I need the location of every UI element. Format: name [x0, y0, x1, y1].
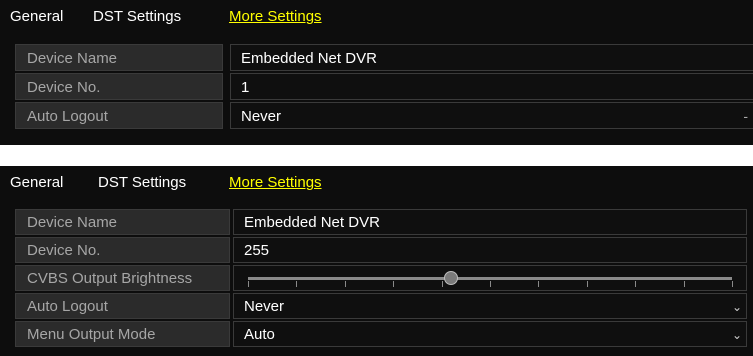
- slider-tick: [732, 281, 733, 287]
- cvbs-brightness-label: CVBS Output Brightness: [15, 265, 230, 291]
- slider-tick: [683, 281, 685, 287]
- setting-row-device-no: Device No. 255: [15, 236, 753, 264]
- menu-output-mode-value: Auto: [244, 326, 275, 343]
- auto-logout-dropdown[interactable]: Never ⌄: [233, 293, 747, 319]
- slider-tick: [538, 281, 540, 287]
- slider-tick: [586, 281, 588, 287]
- slider-tick: [490, 281, 491, 287]
- device-no-field[interactable]: 255: [233, 237, 747, 263]
- tab-more-settings[interactable]: More Settings: [229, 174, 322, 191]
- tab-dst-settings[interactable]: DST Settings: [93, 8, 181, 25]
- cvbs-brightness-slider[interactable]: [233, 265, 747, 291]
- device-name-field[interactable]: Embedded Net DVR: [233, 209, 747, 235]
- slider-tick: [296, 281, 298, 287]
- slider-ticks: [248, 281, 733, 287]
- tab-general[interactable]: General: [10, 174, 63, 191]
- auto-logout-label: Auto Logout: [15, 102, 223, 129]
- tab-bar: General DST Settings More Settings: [0, 166, 753, 200]
- tab-more-settings[interactable]: More Settings: [229, 8, 322, 25]
- tab-general[interactable]: General: [10, 8, 63, 25]
- auto-logout-field[interactable]: Never -: [230, 102, 753, 129]
- device-name-label: Device Name: [15, 44, 223, 71]
- slider-tick: [393, 281, 395, 287]
- slider-track[interactable]: [248, 277, 732, 280]
- slider-tick: [344, 281, 346, 287]
- settings-panel-bottom: General DST Settings More Settings Devic…: [0, 166, 753, 356]
- auto-logout-value: Never: [241, 108, 282, 125]
- setting-row-menu-output-mode: Menu Output Mode Auto ⌄: [15, 320, 753, 348]
- tab-bar: General DST Settings More Settings: [0, 0, 753, 34]
- settings-panel-top: General DST Settings More Settings Devic…: [0, 0, 753, 145]
- setting-row-cvbs-brightness: CVBS Output Brightness: [15, 264, 753, 292]
- dropdown-indicator[interactable]: -: [743, 103, 748, 130]
- auto-logout-value: Never: [244, 298, 285, 315]
- chevron-down-icon[interactable]: ⌄: [732, 322, 742, 348]
- slider-tick: [441, 281, 443, 287]
- slider-tick: [248, 281, 249, 287]
- setting-row-device-name: Device Name Embedded Net DVR: [15, 43, 753, 72]
- setting-row-auto-logout: Auto Logout Never ⌄: [15, 292, 753, 320]
- device-no-label: Device No.: [15, 73, 223, 100]
- setting-row-device-no: Device No. 1: [15, 72, 753, 101]
- device-no-field[interactable]: 1: [230, 73, 753, 100]
- device-name-field[interactable]: Embedded Net DVR: [230, 44, 753, 71]
- menu-output-mode-label: Menu Output Mode: [15, 321, 230, 347]
- chevron-down-icon[interactable]: ⌄: [732, 294, 742, 320]
- device-name-label: Device Name: [15, 209, 230, 235]
- setting-row-auto-logout: Auto Logout Never -: [15, 101, 753, 130]
- auto-logout-label: Auto Logout: [15, 293, 230, 319]
- tab-dst-settings[interactable]: DST Settings: [98, 174, 186, 191]
- settings-list: Device Name Embedded Net DVR Device No. …: [15, 43, 753, 130]
- menu-output-mode-dropdown[interactable]: Auto ⌄: [233, 321, 747, 347]
- settings-list: Device Name Embedded Net DVR Device No. …: [15, 208, 753, 348]
- slider-tick: [635, 281, 637, 287]
- setting-row-device-name: Device Name Embedded Net DVR: [15, 208, 753, 236]
- device-no-label: Device No.: [15, 237, 230, 263]
